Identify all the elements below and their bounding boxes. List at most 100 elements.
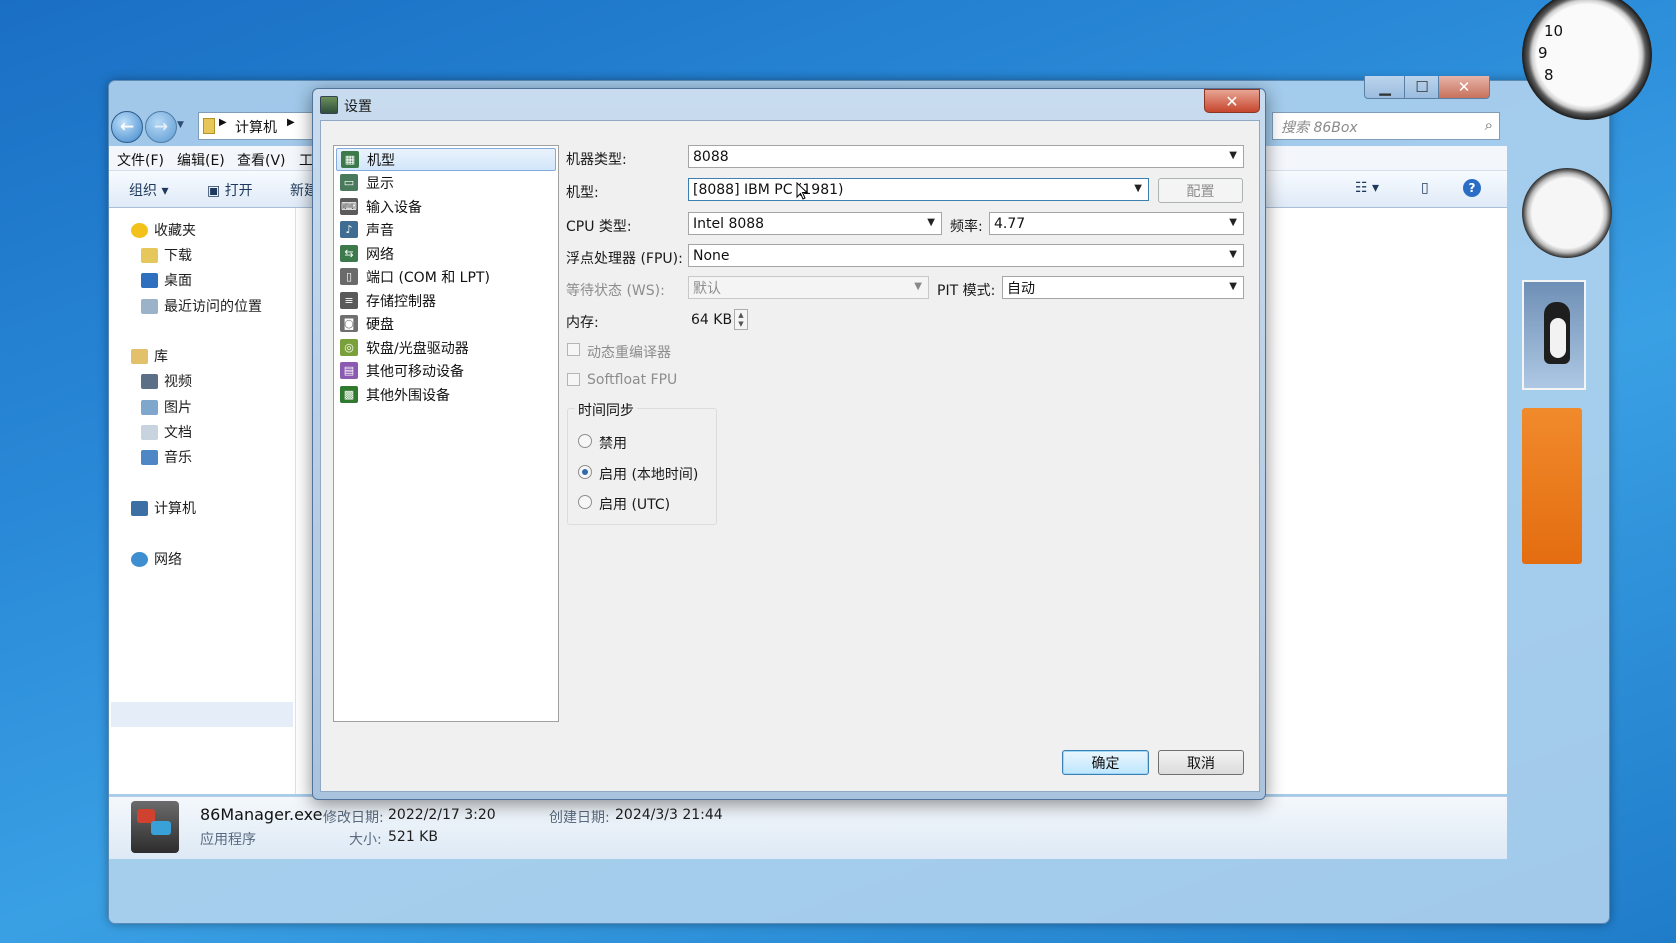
spin-up-icon[interactable]: ▲ xyxy=(738,311,743,319)
desktop-icon xyxy=(141,272,158,288)
network-icon: ⇆ xyxy=(340,245,358,262)
nav-computer[interactable]: 计算机 xyxy=(131,498,196,518)
recent-places-icon xyxy=(141,298,158,314)
category-input-devices[interactable]: ⌨ 输入设备 xyxy=(336,195,556,218)
ok-button[interactable]: 确定 xyxy=(1062,750,1149,775)
explorer-maximize-button[interactable]: ☐ xyxy=(1404,76,1440,99)
cpu-type-label: CPU 类型: xyxy=(566,219,632,235)
memory-label: 内存: xyxy=(566,315,599,331)
menu-file[interactable]: 文件(F) xyxy=(117,150,164,170)
nav-libraries[interactable]: 库 xyxy=(131,346,168,366)
forward-button[interactable]: → xyxy=(145,111,177,143)
pit-mode-label: PIT 模式: xyxy=(937,283,996,299)
category-hard-disks[interactable]: ◙ 硬盘 xyxy=(336,312,556,335)
machine-type-label: 机器类型: xyxy=(566,152,627,168)
fpu-label: 浮点处理器 (FPU): xyxy=(566,251,683,267)
chevron-down-icon: ▼ xyxy=(1229,281,1237,292)
frequency-select[interactable]: 4.77 ▼ xyxy=(989,212,1244,235)
chevron-down-icon: ▼ xyxy=(1229,150,1237,161)
configure-button[interactable]: 配置 xyxy=(1158,178,1243,203)
search-icon[interactable]: ⌕ xyxy=(1485,116,1493,134)
close-icon: ✕ xyxy=(1225,91,1239,111)
frequency-label: 频率: xyxy=(950,219,983,235)
wait-states-select[interactable]: 默认 ▼ xyxy=(688,276,929,299)
recent-pages-dropdown-icon[interactable]: ▼ xyxy=(177,120,184,130)
fpu-select[interactable]: None ▼ xyxy=(688,244,1244,267)
clock-gadget[interactable]: 10 9 8 xyxy=(1522,0,1652,120)
notes-gadget[interactable] xyxy=(1522,408,1582,564)
softfloat-checkbox[interactable] xyxy=(567,373,580,386)
category-list: ▦ 机型 ▭ 显示 ⌨ 输入设备 ♪ 声音 ⇆ 网络 ▯ 端口 (COM 和 LPT) ≡ 存… xyxy=(333,145,559,722)
dynarec-checkbox[interactable] xyxy=(567,343,580,356)
sound-icon: ♪ xyxy=(340,221,358,238)
menu-edit[interactable]: 编辑(E) xyxy=(177,150,225,170)
downloads-folder-icon xyxy=(141,247,158,263)
menu-tools[interactable]: 工 xyxy=(299,150,313,170)
nav-favorites[interactable]: 收藏夹 xyxy=(131,220,196,240)
time-sync-disabled-radio[interactable] xyxy=(578,434,592,448)
help-icon[interactable]: ? xyxy=(1463,179,1481,197)
time-sync-utc-label: 启用 (UTC) xyxy=(599,497,671,513)
nav-recent-places[interactable]: 最近访问的位置 xyxy=(141,296,262,316)
open-button[interactable]: ▣ 打开 xyxy=(207,180,253,200)
category-storage-controllers[interactable]: ≡ 存储控制器 xyxy=(336,289,556,312)
explorer-close-button[interactable]: ✕ xyxy=(1438,76,1490,99)
explorer-minimize-button[interactable]: ▁ xyxy=(1364,76,1406,99)
removable-devices-icon: ▤ xyxy=(340,362,358,379)
category-sound[interactable]: ♪ 声音 xyxy=(336,218,556,241)
nav-pictures[interactable]: 图片 xyxy=(141,397,192,417)
category-removable-devices[interactable]: ▤ 其他可移动设备 xyxy=(336,359,556,382)
settings-app-icon xyxy=(320,96,338,114)
machine-value: [8088] IBM PC (1981) xyxy=(693,181,844,198)
menu-view[interactable]: 查看(V) xyxy=(237,150,286,170)
time-sync-title: 时间同步 xyxy=(575,400,637,420)
memory-value[interactable]: 64 KB xyxy=(691,312,732,328)
frequency-value: 4.77 xyxy=(994,215,1026,232)
search-box[interactable]: 搜索 86Box ⌕ xyxy=(1272,112,1500,140)
cpu-type-select[interactable]: Intel 8088 ▼ xyxy=(688,212,942,235)
details-modified-label: 修改日期: xyxy=(323,810,384,826)
nav-desktop[interactable]: 桌面 xyxy=(141,270,192,290)
details-file-type: 应用程序 xyxy=(200,832,256,848)
softfloat-label: Softfloat FPU xyxy=(587,372,678,388)
display-icon: ▭ xyxy=(340,174,358,191)
category-other-peripherals[interactable]: ▩ 其他外围设备 xyxy=(336,383,556,406)
category-floppy-cdrom[interactable]: ◎ 软盘/光盘驱动器 xyxy=(336,336,556,359)
cpu-meter-gadget[interactable] xyxy=(1522,168,1612,258)
search-placeholder: 搜索 86Box xyxy=(1281,120,1358,136)
nav-music[interactable]: 音乐 xyxy=(141,447,192,467)
memory-spinner[interactable]: ▲ ▼ xyxy=(734,309,748,330)
nav-documents[interactable]: 文档 xyxy=(141,422,192,442)
back-button[interactable]: ← xyxy=(111,111,143,143)
pit-mode-select[interactable]: 自动 ▼ xyxy=(1002,276,1244,299)
spin-down-icon[interactable]: ▼ xyxy=(738,320,743,328)
dialog-close-button[interactable]: ✕ xyxy=(1204,89,1260,113)
cancel-button[interactable]: 取消 xyxy=(1158,750,1244,775)
time-sync-local-radio[interactable] xyxy=(578,465,592,479)
folder-icon xyxy=(203,118,215,134)
breadcrumb-computer[interactable]: 计算机 xyxy=(235,117,277,137)
nav-videos[interactable]: 视频 xyxy=(141,371,192,391)
slideshow-gadget[interactable] xyxy=(1522,280,1586,390)
ports-icon: ▯ xyxy=(340,268,358,285)
category-machine[interactable]: ▦ 机型 xyxy=(336,148,556,171)
input-devices-icon: ⌨ xyxy=(340,198,358,215)
music-icon xyxy=(141,449,158,465)
organize-button[interactable]: 组织 ▾ xyxy=(129,180,168,200)
category-network[interactable]: ⇆ 网络 xyxy=(336,242,556,265)
machine-select[interactable]: [8088] IBM PC (1981) ▼ xyxy=(688,178,1149,201)
category-display[interactable]: ▭ 显示 xyxy=(336,171,556,194)
other-peripherals-icon: ▩ xyxy=(340,386,358,403)
view-options-icon[interactable]: ☷ ▾ xyxy=(1355,180,1379,196)
details-file-name: 86Manager.exe xyxy=(200,805,323,824)
nav-downloads[interactable]: 下载 xyxy=(141,245,192,265)
navigation-pane: 收藏夹 下载 桌面 最近访问的位置 库 视频 图片 文档 音乐 计算机 网络 xyxy=(109,208,296,794)
preview-pane-icon[interactable]: ▯ xyxy=(1421,180,1429,196)
machine-type-select[interactable]: 8088 ▼ xyxy=(688,145,1244,168)
wait-states-label: 等待状态 (WS): xyxy=(566,283,665,299)
details-size-label: 大小: xyxy=(349,832,382,848)
nav-network[interactable]: 网络 xyxy=(131,549,182,569)
chevron-down-icon: ▼ xyxy=(1229,217,1237,228)
category-ports[interactable]: ▯ 端口 (COM 和 LPT) xyxy=(336,265,556,288)
time-sync-utc-radio[interactable] xyxy=(578,495,592,509)
